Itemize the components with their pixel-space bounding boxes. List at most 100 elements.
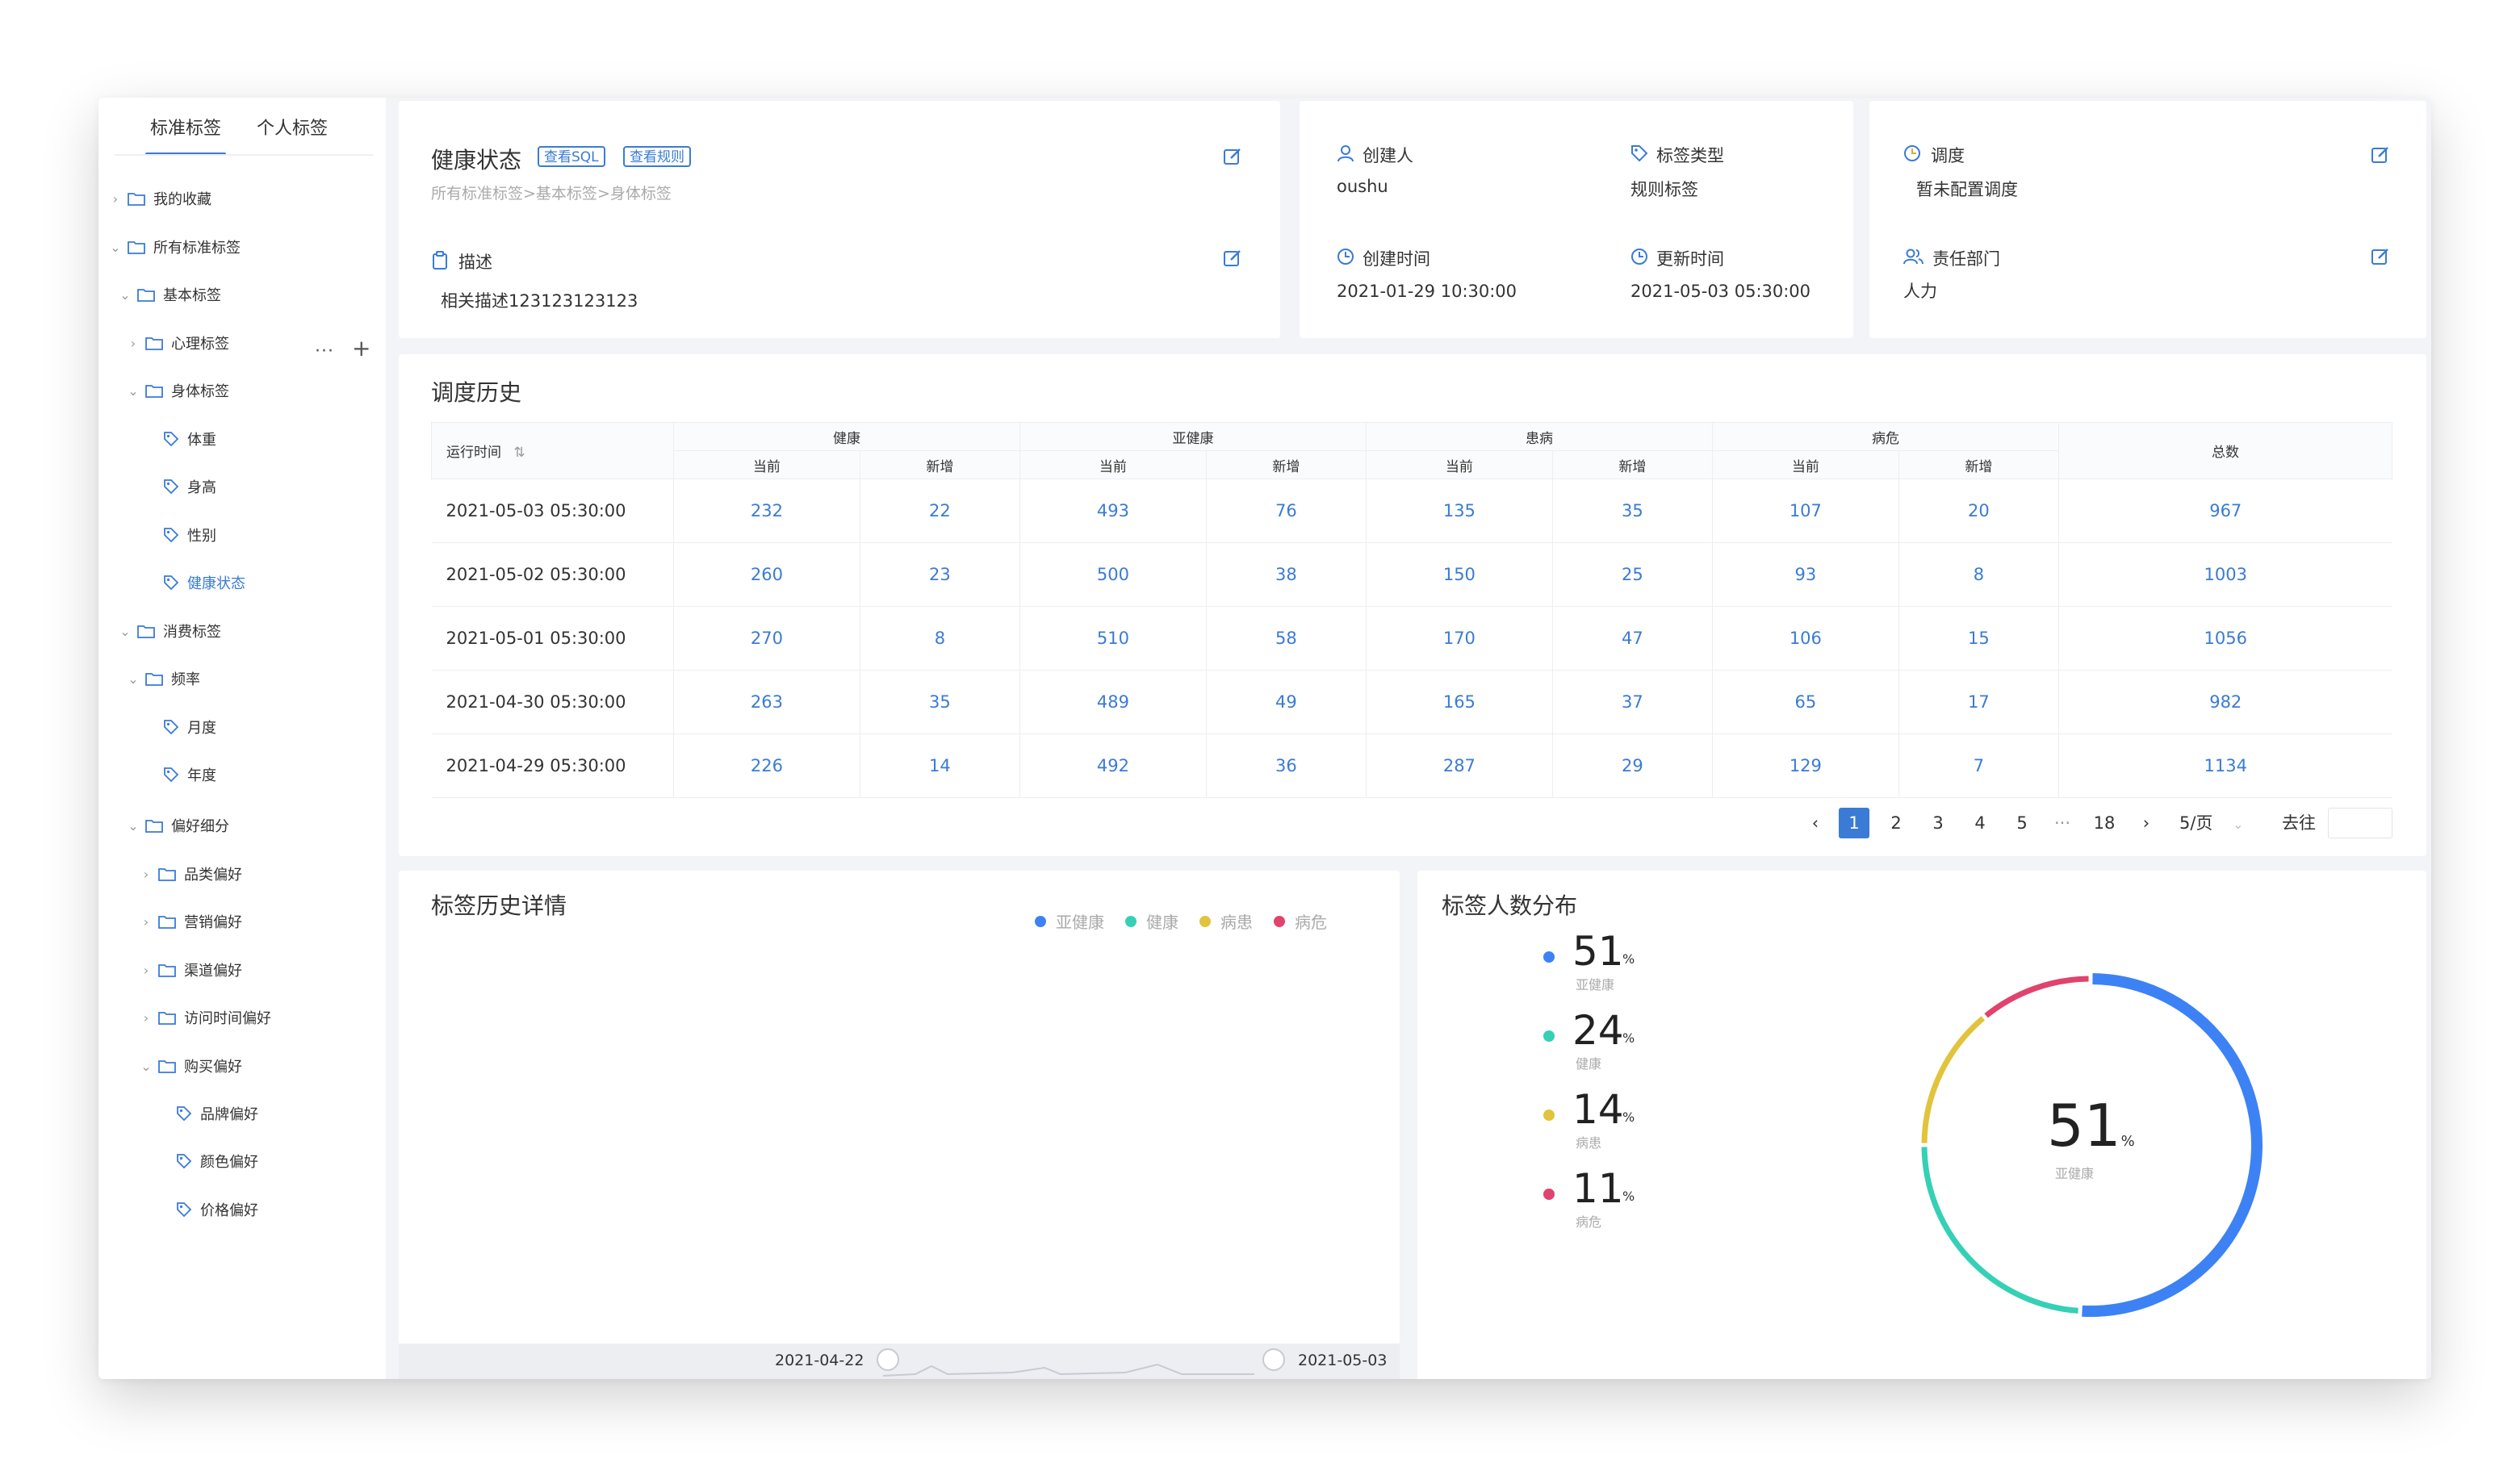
donut-slice[interactable] [1984,976,2089,1018]
chevron-down-icon[interactable]: ⌄ [126,818,140,834]
chevron-right-icon[interactable]: › [126,336,140,351]
value-cell[interactable]: 500 [1019,542,1207,607]
tree-item[interactable]: 身高 [144,474,216,499]
page-1[interactable]: 1 [1839,808,1869,838]
value-cell[interactable]: 14 [860,733,1020,798]
chevron-down-icon[interactable]: ⌄ [139,1059,153,1074]
value-cell[interactable]: 29 [1552,733,1713,798]
tree-item[interactable]: ⌄ 购买偏好 [139,1054,242,1078]
tree-item[interactable]: 健康状态 [144,570,245,595]
range-start-handle[interactable] [877,1348,899,1371]
value-cell[interactable]: 129 [1712,733,1899,798]
value-cell[interactable]: 263 [673,670,860,734]
page-4[interactable]: 4 [1965,808,1995,838]
tree-item[interactable]: 颜色偏好 [157,1149,258,1173]
page-ellipsis[interactable]: ··· [2047,808,2078,838]
value-cell[interactable]: 20 [1898,478,2060,543]
page-18[interactable]: 18 [2089,808,2120,838]
tree-item[interactable]: › 营销偏好 [139,909,242,934]
value-cell[interactable]: 260 [673,542,860,607]
tab-standard-tags[interactable]: 标准标签 [144,114,227,156]
chevron-down-icon[interactable]: ⌄ [118,287,132,303]
total-cell[interactable]: 1134 [2058,733,2392,798]
total-cell[interactable]: 1056 [2058,606,2392,671]
value-cell[interactable]: 135 [1366,478,1553,543]
value-cell[interactable]: 489 [1019,670,1207,734]
chevron-right-icon[interactable]: › [139,867,153,882]
value-cell[interactable]: 47 [1552,606,1713,671]
page-3[interactable]: 3 [1923,808,1953,838]
tree-item[interactable]: 性别 [144,523,216,547]
chevron-right-icon[interactable]: › [139,1010,153,1026]
edit-icon[interactable] [1222,146,1243,167]
value-cell[interactable]: 76 [1206,478,1367,543]
tree-item[interactable]: 年度 [144,763,216,787]
value-cell[interactable]: 165 [1366,670,1553,734]
total-cell[interactable]: 982 [2058,670,2392,734]
value-cell[interactable]: 17 [1898,670,2060,734]
next-page-icon[interactable]: › [2131,808,2162,838]
value-cell[interactable]: 7 [1898,733,2060,798]
value-cell[interactable]: 37 [1552,670,1713,734]
tree-item[interactable]: 品牌偏好 [157,1101,258,1126]
value-cell[interactable]: 492 [1019,733,1207,798]
value-cell[interactable]: 23 [860,542,1020,607]
tree-item[interactable]: 价格偏好 [157,1197,258,1222]
value-cell[interactable]: 226 [673,733,860,798]
tree-item[interactable]: ⌄ 所有标准标签 [108,235,241,259]
value-cell[interactable]: 150 [1366,542,1553,607]
col-run-time[interactable]: 运行时间 ⇅ [431,422,674,479]
total-cell[interactable]: 967 [2058,478,2392,543]
range-end-handle[interactable] [1262,1348,1285,1371]
range-slider[interactable]: 2021-04-22 2021-05-03 [399,1344,1400,1379]
tree-item[interactable]: 月度 [144,715,216,739]
value-cell[interactable]: 25 [1552,542,1713,607]
page-size-select[interactable]: 5/页 ⌄ [2171,808,2262,838]
tree-item[interactable]: › 心理标签 [126,331,229,355]
value-cell[interactable]: 38 [1206,542,1367,607]
view-rule-button[interactable]: 查看规则 [623,146,691,167]
tree-item[interactable]: › 渠道偏好 [139,958,242,982]
value-cell[interactable]: 58 [1206,606,1367,671]
total-cell[interactable]: 1003 [2058,542,2392,607]
chevron-down-icon[interactable]: ⌄ [108,240,123,255]
prev-page-icon[interactable]: ‹ [1800,808,1831,838]
chevron-down-icon[interactable]: ⌄ [126,671,140,687]
tree-item[interactable]: ⌄ 消费标签 [118,619,221,643]
edit-description-icon[interactable] [1222,248,1243,269]
value-cell[interactable]: 232 [673,478,860,543]
chevron-right-icon[interactable]: › [139,914,153,930]
value-cell[interactable]: 49 [1206,670,1367,734]
edit-schedule-icon[interactable] [2370,144,2391,165]
tree-item[interactable]: › 访问时间偏好 [139,1005,271,1030]
tree-item[interactable]: ⌄ 偏好细分 [126,813,229,838]
value-cell[interactable]: 170 [1366,606,1553,671]
tree-item[interactable]: ⌄ 频率 [126,667,200,691]
tree-item[interactable]: › 品类偏好 [139,862,242,886]
chevron-right-icon[interactable]: › [108,191,123,207]
value-cell[interactable]: 15 [1898,606,2060,671]
page-5[interactable]: 5 [2007,808,2037,838]
add-icon[interactable]: + [352,335,370,361]
value-cell[interactable]: 93 [1712,542,1899,607]
page-2[interactable]: 2 [1881,808,1911,838]
more-icon[interactable]: ··· [315,341,334,361]
edit-department-icon[interactable] [2370,246,2391,267]
value-cell[interactable]: 36 [1206,733,1367,798]
value-cell[interactable]: 270 [673,606,860,671]
value-cell[interactable]: 493 [1019,478,1207,543]
value-cell[interactable]: 106 [1712,606,1899,671]
value-cell[interactable]: 35 [1552,478,1713,543]
tree-item[interactable]: ⌄ 基本标签 [118,282,221,307]
value-cell[interactable]: 8 [860,606,1020,671]
value-cell[interactable]: 65 [1712,670,1899,734]
value-cell[interactable]: 107 [1712,478,1899,543]
chevron-right-icon[interactable]: › [139,963,153,978]
value-cell[interactable]: 22 [860,478,1020,543]
view-sql-button[interactable]: 查看SQL [538,146,605,167]
value-cell[interactable]: 8 [1898,542,2060,607]
value-cell[interactable]: 510 [1019,606,1207,671]
chevron-down-icon[interactable]: ⌄ [126,383,140,399]
chevron-down-icon[interactable]: ⌄ [118,624,132,639]
sort-icon[interactable]: ⇅ [513,445,525,461]
